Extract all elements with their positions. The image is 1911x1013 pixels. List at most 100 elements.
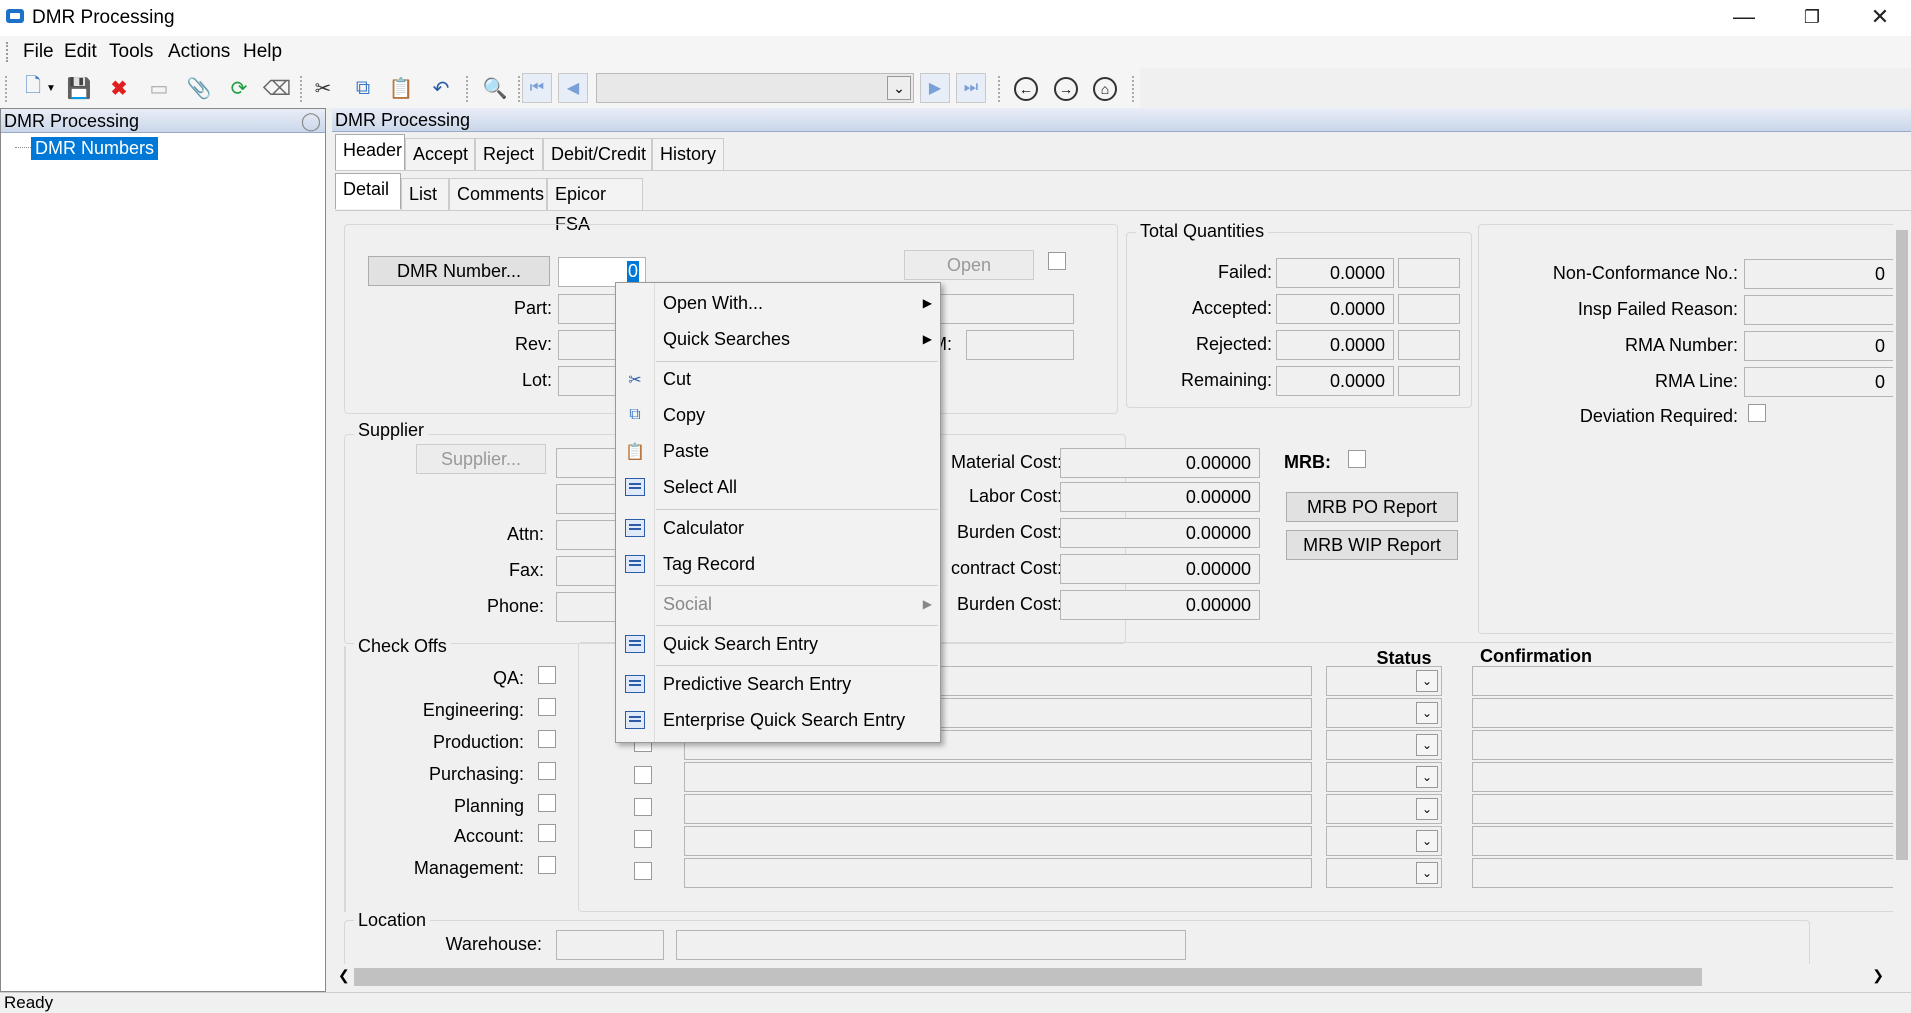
checkoff-row-status-combo[interactable]: ⌄ xyxy=(1326,698,1442,728)
checkoff-row-checkbox[interactable] xyxy=(634,766,652,784)
burden-cost[interactable]: 0.00000 xyxy=(1060,518,1260,548)
supplier-button[interactable]: Supplier... xyxy=(416,444,546,474)
print-icon[interactable]: ▭ xyxy=(144,74,174,102)
chevron-down-icon[interactable]: ⌄ xyxy=(1416,670,1438,692)
remaining-qty[interactable]: 0.0000 xyxy=(1276,366,1394,396)
pin-icon[interactable]: ◯ xyxy=(301,109,321,133)
part-description-field[interactable] xyxy=(932,294,1074,324)
tree-item-dmr-numbers[interactable]: DMR Numbers xyxy=(31,137,159,160)
mrb-checkbox[interactable] xyxy=(1348,450,1366,468)
tab-detail[interactable]: Detail xyxy=(335,173,401,209)
supplier-name-field[interactable] xyxy=(556,484,616,514)
vertical-scrollbar[interactable] xyxy=(1893,216,1911,964)
mrb-wip-report-button[interactable]: MRB WIP Report xyxy=(1286,530,1458,560)
save-icon[interactable]: 💾 xyxy=(64,74,94,102)
material-burden-cost[interactable]: 0.00000 xyxy=(1060,590,1260,620)
labor-cost[interactable]: 0.00000 xyxy=(1060,482,1260,512)
horizontal-scrollbar[interactable]: ❮ ❯ xyxy=(332,964,1892,990)
checkoff-row-confirmation-field[interactable] xyxy=(1472,762,1911,792)
clear-icon[interactable]: ⌫ xyxy=(262,74,292,102)
scroll-right-icon[interactable]: ❯ xyxy=(1872,967,1884,984)
checkoff-production-checkbox[interactable] xyxy=(538,730,556,748)
checkoff-row-checkbox[interactable] xyxy=(634,830,652,848)
menu-item-predictive-search-entry[interactable]: Predictive Search Entry xyxy=(616,668,940,702)
tab-history[interactable]: History xyxy=(652,138,724,170)
checkoff-row-status-combo[interactable]: ⌄ xyxy=(1326,666,1442,696)
back-icon[interactable]: ← xyxy=(1014,77,1038,101)
accepted-um[interactable] xyxy=(1398,294,1460,324)
rejected-qty[interactable]: 0.0000 xyxy=(1276,330,1394,360)
checkoff-row-checkbox[interactable] xyxy=(634,798,652,816)
undo-icon[interactable]: ↶ xyxy=(426,74,456,102)
menu-item-quick-searches[interactable]: Quick Searches ▶ xyxy=(616,323,940,357)
deviation-required-checkbox[interactable] xyxy=(1748,404,1766,422)
supplier-id-field[interactable] xyxy=(556,448,616,478)
um-input[interactable] xyxy=(966,330,1074,360)
last-record-icon[interactable]: ⏭ xyxy=(956,73,986,103)
checkoff-row-status-combo[interactable]: ⌄ xyxy=(1326,826,1442,856)
rma-number[interactable]: 0 xyxy=(1744,331,1894,361)
search-icon[interactable]: 🔍 xyxy=(480,74,510,102)
tab-debit-credit[interactable]: Debit/Credit xyxy=(543,138,652,170)
minimize-button[interactable]: — xyxy=(1710,0,1778,36)
menu-edit[interactable]: Edit xyxy=(64,41,97,63)
copy-icon[interactable]: ⧉ xyxy=(348,74,378,102)
menu-item-calculator[interactable]: Calculator xyxy=(616,512,940,546)
chevron-down-icon[interactable]: ⌄ xyxy=(887,76,911,100)
rev-input[interactable] xyxy=(558,330,618,360)
checkoff-row-confirmation-field[interactable] xyxy=(1472,730,1911,760)
lot-input[interactable] xyxy=(558,366,618,396)
material-cost[interactable]: 0.00000 xyxy=(1060,448,1260,478)
menu-file[interactable]: File xyxy=(23,41,54,63)
warehouse-code-field[interactable] xyxy=(556,930,664,960)
accepted-qty[interactable]: 0.0000 xyxy=(1276,294,1394,324)
insp-failed-reason[interactable] xyxy=(1744,295,1911,325)
menu-item-copy[interactable]: ⧉ Copy xyxy=(616,399,940,433)
checkoff-row-confirmation-field[interactable] xyxy=(1472,698,1911,728)
forward-icon[interactable]: → xyxy=(1054,77,1078,101)
delete-icon[interactable]: ✖ xyxy=(104,74,134,102)
vertical-scroll-thumb[interactable] xyxy=(1896,230,1908,860)
checkoff-row-confirmation-field[interactable] xyxy=(1472,826,1911,856)
checkoff-row-confirmation-field[interactable] xyxy=(1472,794,1911,824)
paste-icon[interactable]: 📋 xyxy=(386,74,416,102)
previous-record-icon[interactable]: ◀ xyxy=(558,73,588,103)
checkoff-row-status-combo[interactable]: ⌄ xyxy=(1326,858,1442,888)
checkoff-row-confirmation-field[interactable] xyxy=(1472,666,1911,696)
checkoff-row-user-field[interactable] xyxy=(684,762,1312,792)
checkoff-row-user-field[interactable] xyxy=(684,794,1312,824)
warehouse-description-field[interactable] xyxy=(676,930,1186,960)
attach-icon[interactable]: 📎 xyxy=(184,74,214,102)
menu-item-cut[interactable]: ✂ Cut xyxy=(616,363,940,397)
ncr-number[interactable]: 0 xyxy=(1744,259,1894,289)
home-icon[interactable]: ⌂ xyxy=(1093,77,1117,101)
tab-epicor-fsa[interactable]: Epicor FSA xyxy=(547,178,643,234)
menu-actions[interactable]: Actions xyxy=(168,41,230,63)
chevron-down-icon[interactable]: ⌄ xyxy=(1416,862,1438,884)
checkoff-account-checkbox[interactable] xyxy=(538,824,556,842)
checkoff-management-checkbox[interactable] xyxy=(538,856,556,874)
part-input[interactable] xyxy=(558,294,618,324)
record-navigator-combo[interactable]: ⌄ xyxy=(596,73,914,103)
checkoff-row-user-field[interactable] xyxy=(684,826,1312,856)
failed-um[interactable] xyxy=(1398,258,1460,288)
mrb-po-report-button[interactable]: MRB PO Report xyxy=(1286,492,1458,522)
checkoff-row-confirmation-field[interactable] xyxy=(1472,858,1911,888)
new-dropdown-icon[interactable]: ▼ xyxy=(44,74,58,102)
rma-line[interactable]: 0 xyxy=(1744,367,1894,397)
open-checkbox[interactable] xyxy=(1048,252,1066,270)
menu-item-paste[interactable]: 📋 Paste xyxy=(616,435,940,469)
menu-item-tag-record[interactable]: Tag Record xyxy=(616,548,940,582)
first-record-icon[interactable]: ⏮ xyxy=(522,73,552,103)
attn-field[interactable] xyxy=(556,520,616,550)
menu-item-open-with[interactable]: Open With... ▶ xyxy=(616,287,940,321)
checkoff-qa-checkbox[interactable] xyxy=(538,666,556,684)
dmr-number-button[interactable]: DMR Number... xyxy=(368,256,550,286)
menu-tools[interactable]: Tools xyxy=(109,41,153,63)
phone-field[interactable] xyxy=(556,592,616,622)
menu-item-quick-search-entry[interactable]: Quick Search Entry xyxy=(616,628,940,662)
tab-reject[interactable]: Reject xyxy=(475,138,543,170)
checkoff-row-user-field[interactable] xyxy=(684,858,1312,888)
chevron-down-icon[interactable]: ⌄ xyxy=(1416,734,1438,756)
chevron-down-icon[interactable]: ⌄ xyxy=(1416,702,1438,724)
